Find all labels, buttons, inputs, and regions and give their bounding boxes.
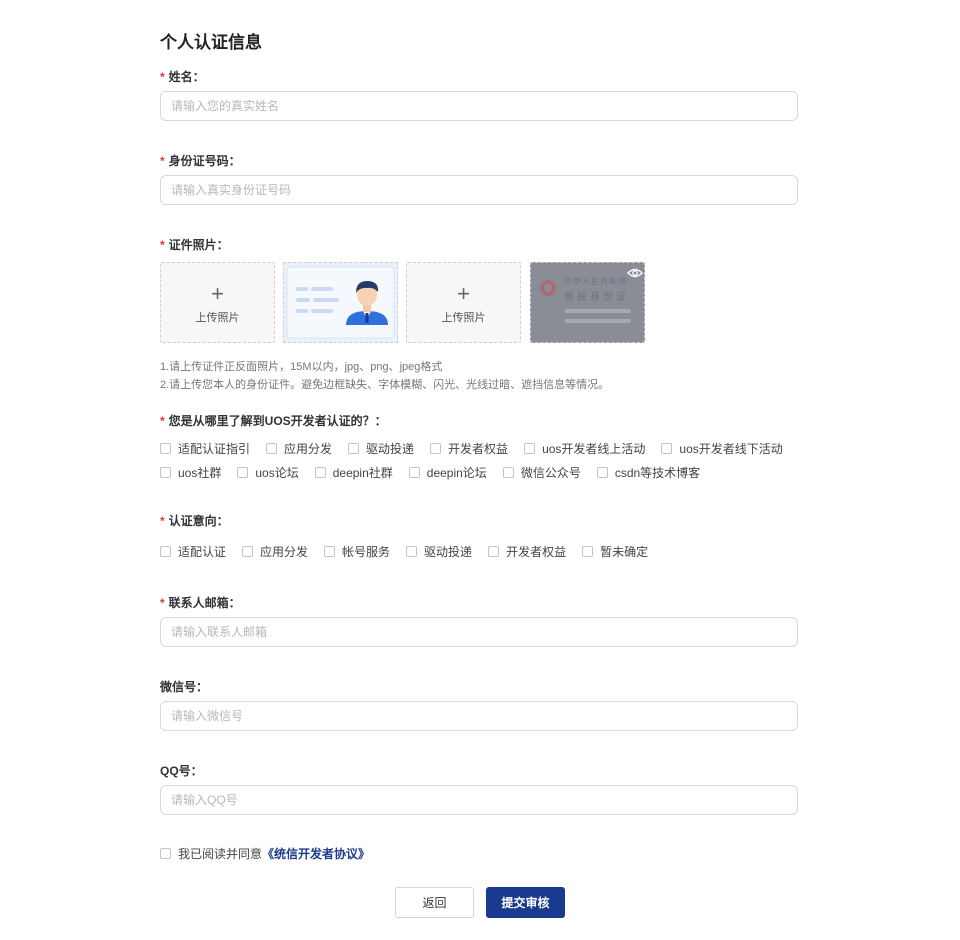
source-option-deepin-community[interactable]: deepin社群 (314, 464, 393, 481)
checkbox[interactable] (314, 467, 326, 478)
checkbox[interactable] (524, 443, 536, 454)
checkbox[interactable] (160, 546, 171, 557)
required-mark: * (160, 514, 165, 528)
required-mark: * (160, 596, 165, 610)
required-mark: * (160, 238, 165, 252)
upload-back-button[interactable]: + 上传照片 (406, 262, 521, 343)
email-label: * 联系人邮箱： (160, 596, 241, 610)
required-mark: * (160, 414, 165, 428)
plus-icon: + (457, 281, 470, 306)
checkbox[interactable] (430, 443, 442, 454)
checkbox[interactable] (406, 546, 418, 557)
sample-front-image (283, 262, 398, 343)
source-option-uos-community[interactable]: uos社群 (160, 464, 221, 481)
checkbox[interactable] (408, 467, 420, 478)
name-label: * 姓名： (160, 70, 205, 84)
id-front-illustration (286, 266, 395, 339)
intent-option-undecided[interactable]: 暂未确定 (582, 543, 648, 560)
source-option-app-distribution[interactable]: 应用分发 (266, 440, 332, 457)
checkbox[interactable] (242, 546, 254, 557)
id-number-input[interactable] (160, 175, 798, 205)
upload-label: 上传照片 (195, 312, 240, 324)
checkbox[interactable] (348, 443, 360, 454)
photos-label: * 证件照片： (160, 238, 229, 252)
intent-option-app-distribution[interactable]: 应用分发 (242, 543, 308, 560)
checkbox[interactable] (324, 546, 336, 557)
checkbox[interactable] (160, 443, 171, 454)
source-option-csdn-blogs[interactable]: csdn等技术博客 (596, 464, 700, 481)
id-back-title: 中华人民共和国 (564, 277, 627, 286)
intent-option-adaptation[interactable]: 适配认证 (160, 543, 226, 560)
wechat-label: 微信号： (160, 680, 209, 694)
required-mark: * (160, 70, 165, 84)
agreement-checkbox[interactable] (160, 848, 171, 859)
intent-option-driver-delivery[interactable]: 驱动投递 (406, 543, 472, 560)
id-back-subtitle: 居民身份证 (564, 292, 629, 303)
intent-label: * 认证意向： (160, 514, 229, 528)
qq-label: QQ号： (160, 764, 203, 778)
intent-options: 适配认证 应用分发 帐号服务 驱动投递 开发者权益 暂未确定 (160, 543, 664, 560)
checkbox[interactable] (488, 546, 500, 557)
source-option-uos-forum[interactable]: uos论坛 (237, 464, 299, 481)
checkbox[interactable] (582, 546, 594, 557)
source-option-driver-delivery[interactable]: 驱动投递 (348, 440, 414, 457)
checkbox[interactable] (237, 467, 249, 478)
checkbox[interactable] (661, 443, 673, 454)
sample-back-image[interactable]: 中华人民共和国 居民身份证 (530, 262, 645, 343)
source-options-row2: uos社群 uos论坛 deepin社群 deepin论坛 微信公众号 csdn… (160, 464, 716, 481)
submit-button[interactable]: 提交审核 (486, 887, 565, 918)
agreement-link[interactable]: 《统信开发者协议》 (262, 845, 370, 862)
source-option-offline-events[interactable]: uos开发者线下活动 (661, 440, 783, 457)
upload-front-button[interactable]: + 上传照片 (160, 262, 275, 343)
source-options-row1: 适配认证指引 应用分发 驱动投递 开发者权益 uos开发者线上活动 uos开发者… (160, 440, 799, 457)
checkbox[interactable] (596, 467, 608, 478)
photo-hint-2: 2.请上传您本人的身份证件。避免边框缺失、字体模糊、闪光、光线过暗、遮挡信息等情… (160, 379, 610, 391)
checkbox[interactable] (266, 443, 278, 454)
qq-input[interactable] (160, 785, 798, 815)
intent-option-developer-rights[interactable]: 开发者权益 (488, 543, 566, 560)
eye-icon[interactable] (627, 267, 643, 279)
checkbox[interactable] (160, 467, 171, 478)
required-mark: * (160, 154, 165, 168)
source-option-deepin-forum[interactable]: deepin论坛 (408, 464, 487, 481)
agreement-row: 我已阅读并同意 《统信开发者协议》 (160, 845, 370, 862)
back-button[interactable]: 返回 (395, 887, 474, 918)
source-option-wechat-account[interactable]: 微信公众号 (502, 464, 581, 481)
source-option-online-events[interactable]: uos开发者线上活动 (524, 440, 645, 457)
source-label: * 您是从哪里了解到UOS开发者认证的？： (160, 414, 387, 428)
id-number-label: * 身份证号码： (160, 154, 241, 168)
wechat-input[interactable] (160, 701, 798, 731)
page: 个人认证信息 *姓名： *身份证号码： *证件照片： + 上传照片 (0, 0, 960, 940)
intent-option-account-service[interactable]: 帐号服务 (324, 543, 390, 560)
name-input[interactable] (160, 91, 798, 121)
agreement-checkbox-label[interactable]: 我已阅读并同意 (160, 845, 262, 862)
upload-label: 上传照片 (441, 312, 486, 324)
email-input[interactable] (160, 617, 798, 647)
photo-hint-1: 1.请上传证件正反面照片，15M以内，jpg、png、jpeg格式 (160, 361, 443, 373)
source-option-developer-rights[interactable]: 开发者权益 (430, 440, 508, 457)
plus-icon: + (211, 281, 224, 306)
source-option-adaptation-guide[interactable]: 适配认证指引 (160, 440, 250, 457)
page-title: 个人认证信息 (160, 33, 262, 52)
checkbox[interactable] (502, 467, 514, 478)
agreement-text: 我已阅读并同意 (178, 847, 263, 861)
